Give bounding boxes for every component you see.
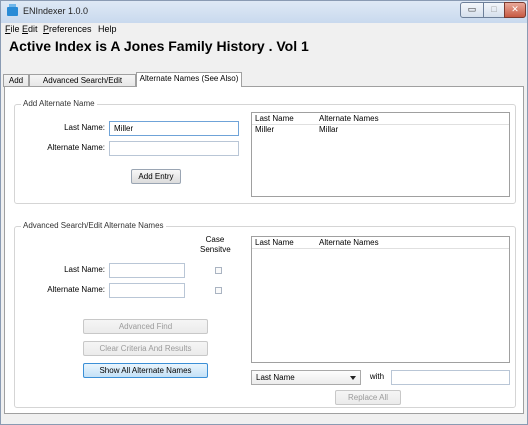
add-entry-button[interactable]: Add Entry [131,169,181,184]
menu-preferences-label: references [49,24,92,34]
list-item-last-name: Miller [255,125,275,134]
menu-edit-label: dit [28,24,38,34]
search-group-title: Advanced Search/Edit Alternate Names [21,221,166,230]
list-item[interactable]: Miller Millar [252,125,509,136]
close-button[interactable]: ✕ [504,2,526,18]
with-label: with [369,372,385,381]
menu-file-label: ile [10,24,20,34]
menu-file[interactable]: File [5,24,20,34]
replace-all-button[interactable]: Replace All [335,390,401,405]
add-group-title: Add Alternate Name [21,99,97,108]
add-alternate-name-label: Alternate Name: [47,143,105,152]
status-bar [1,414,527,424]
add-alternate-name-input[interactable] [109,141,239,156]
advanced-search-group: Advanced Search/Edit Alternate Names Cas… [14,221,516,408]
show-all-alternate-names-button[interactable]: Show All Alternate Names [83,363,208,378]
replace-field-value: Last Name [256,373,295,382]
menu-bar: File Edit Preferences Help [1,23,527,37]
search-list-header: Last Name Alternate Names [252,237,509,249]
add-last-name-label: Last Name: [64,123,105,132]
last-name-case-sensitive-checkbox[interactable] [215,267,222,274]
search-last-name-input[interactable] [109,263,185,278]
title-bar[interactable]: ENIndexer 1.0.0 ▭ □ ✕ [1,1,527,23]
add-alternate-name-group: Add Alternate Name Last Name: Miller Alt… [14,99,516,204]
menu-help[interactable]: Help [98,24,117,34]
window-title: ENIndexer 1.0.0 [23,6,89,16]
search-alternate-name-input[interactable] [109,283,185,298]
replace-value-input[interactable] [391,370,510,385]
active-index-heading: Active Index is A Jones Family History .… [9,38,309,54]
search-list-col-last-name[interactable]: Last Name [255,238,294,247]
advanced-find-button[interactable]: Advanced Find [83,319,208,334]
maximize-button[interactable]: □ [483,2,505,18]
chevron-down-icon [350,376,356,380]
menu-preferences[interactable]: Preferences [43,24,92,34]
app-icon [7,4,18,16]
add-list-header: Last Name Alternate Names [252,113,509,125]
search-results-list[interactable]: Last Name Alternate Names [251,236,510,363]
search-last-name-label: Last Name: [64,265,105,274]
alternate-name-case-sensitive-checkbox[interactable] [215,287,222,294]
alternate-names-panel: Add Alternate Name Last Name: Miller Alt… [4,86,524,414]
add-alternate-names-list[interactable]: Last Name Alternate Names Miller Millar [251,112,510,197]
clear-criteria-button[interactable]: Clear Criteria And Results [83,341,208,356]
add-list-col-last-name[interactable]: Last Name [255,114,294,123]
app-window: ENIndexer 1.0.0 ▭ □ ✕ File Edit Preferen… [0,0,528,425]
menu-help-label: Help [98,24,117,34]
tab-alternate-names[interactable]: Alternate Names (See Also) [136,72,242,87]
case-sensitive-label: Case Sensitve [200,235,231,254]
list-item-alternate-name: Millar [319,125,339,134]
replace-field-select[interactable]: Last Name [251,370,361,385]
search-list-col-alternate-names[interactable]: Alternate Names [319,238,379,247]
add-last-name-input[interactable]: Miller [109,121,239,136]
add-list-col-alternate-names[interactable]: Alternate Names [319,114,379,123]
minimize-button[interactable]: ▭ [460,2,484,18]
menu-edit[interactable]: Edit [22,24,38,34]
search-alternate-name-label: Alternate Name: [47,285,105,294]
